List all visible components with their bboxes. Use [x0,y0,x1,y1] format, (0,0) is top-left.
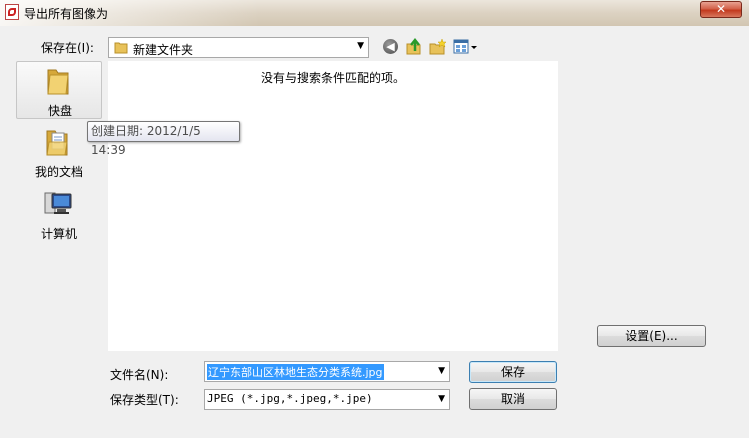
window-title: 导出所有图像为 [24,7,109,21]
lookin-value: 新建文件夹 [133,43,194,57]
place-label: 快盘 [47,104,72,118]
chevron-down-icon[interactable]: ▼ [438,366,445,376]
filetype-dropdown[interactable]: JPEG (*.jpg,*.jpeg,*.jpe) ▼ [204,389,450,410]
settings-button[interactable]: 设置(E)... [597,325,706,347]
up-folder-icon [406,37,421,55]
place-item-kuaipan[interactable]: 快盘 [16,61,102,119]
filename-input[interactable]: 辽宁东部山区林地生态分类系统.jpg ▼ [204,361,450,382]
up-folder-button[interactable] [405,37,423,56]
place-label: 计算机 [40,227,77,241]
save-button[interactable]: 保存 [469,361,557,383]
folder-icon [47,69,69,95]
places-bar: 快盘 我的文档 计算机 [0,60,104,364]
view-grid-icon [453,39,477,54]
computer-icon [44,192,72,214]
filename-label: 文件名(N): [110,368,169,382]
cancel-button[interactable]: 取消 [469,388,557,410]
empty-message: 没有与搜索条件匹配的项。 [260,71,405,85]
close-button[interactable]: ✕ [700,1,742,18]
tooltip: 创建日期: 2012/1/5 14:39 [87,121,240,157]
lookin-dropdown[interactable]: 新建文件夹 ▼ [108,37,369,58]
documents-icon [46,130,68,156]
chevron-down-icon: ▼ [357,41,364,51]
pdf-app-icon [5,4,19,20]
filetype-label: 保存类型(T): [110,393,179,407]
back-arrow-icon: ◀ [383,39,398,54]
place-item-computer[interactable]: 计算机 [16,185,102,243]
lookin-label: 保存在(I): [41,41,94,55]
folder-icon [114,42,128,54]
filename-value: 辽宁东部山区林地生态分类系统.jpg [207,364,384,380]
place-label: 我的文档 [34,165,83,179]
new-folder-button[interactable] [429,38,447,56]
new-folder-icon [429,38,447,55]
chevron-down-icon: ▼ [438,394,445,404]
file-list[interactable]: 没有与搜索条件匹配的项。 [108,61,558,351]
view-menu-button[interactable] [453,38,479,56]
filetype-value: JPEG (*.jpg,*.jpeg,*.jpe) [207,392,373,405]
title-bar[interactable]: 导出所有图像为 ✕ [0,0,749,26]
dialog-client: 保存在(I): 新建文件夹 ▼ ◀ 快盘 我的文档 计算机 没有与搜索条件匹配的… [0,26,749,438]
back-button[interactable]: ◀ [382,38,400,56]
